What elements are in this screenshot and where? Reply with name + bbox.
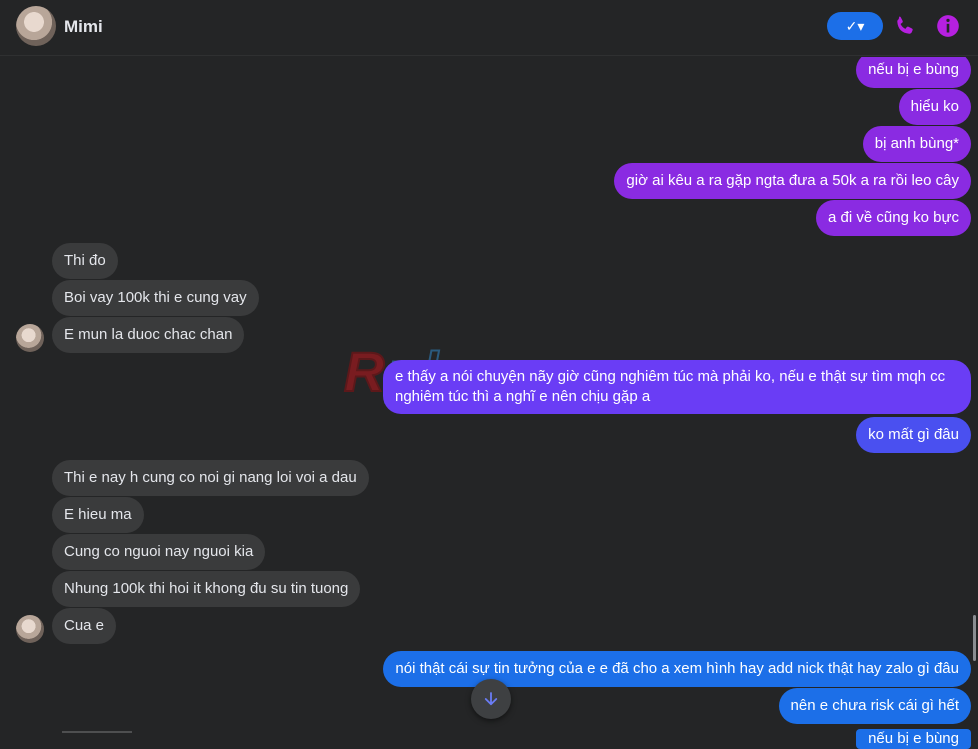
scrollbar[interactable] xyxy=(973,615,976,661)
message-bubble[interactable]: e thấy a nói chuyện nãy giờ cũng nghiêm … xyxy=(383,360,971,414)
phone-icon[interactable] xyxy=(892,13,918,39)
message-bubble[interactable]: Boi vay 100k thi e cung vay xyxy=(52,280,259,316)
message-bubble[interactable]: E hieu ma xyxy=(52,497,144,533)
message-bubble[interactable]: E mun la duoc chac chan xyxy=(52,317,245,353)
message-bubble[interactable]: nếu bị e bùng xyxy=(856,57,971,88)
message-bubble[interactable]: ko mất gì đâu xyxy=(856,417,971,453)
message-bubble[interactable]: a đi về cũng ko bực xyxy=(816,200,971,236)
scroll-to-bottom-button[interactable] xyxy=(471,679,511,719)
message-bubble[interactable]: nếu bị e bùng xyxy=(856,729,971,749)
message-bubble[interactable]: nói thật cái sự tin tưởng của e e đã cho… xyxy=(383,651,971,687)
message-bubble[interactable]: hiểu ko xyxy=(898,89,971,125)
message-bubble[interactable]: bị anh bùng* xyxy=(862,126,971,162)
chat-header: Mimi ✓▾ xyxy=(0,0,978,56)
info-icon[interactable] xyxy=(935,13,961,39)
divider xyxy=(62,731,132,733)
contact-avatar[interactable] xyxy=(16,6,56,46)
contact-name[interactable]: Mimi xyxy=(64,17,103,37)
sender-avatar[interactable] xyxy=(16,324,44,352)
sender-avatar[interactable] xyxy=(16,615,44,643)
message-bubble[interactable]: giờ ai kêu a ra gặp ngta đưa a 50k a ra … xyxy=(614,163,971,199)
message-bubble[interactable]: Thi e nay h cung co noi gi nang loi voi … xyxy=(52,460,369,496)
message-bubble[interactable]: Cung co nguoi nay nguoi kia xyxy=(52,534,266,570)
message-list[interactable]: Rphang nếu bị e bùng hiểu ko bị anh bùng… xyxy=(0,57,978,749)
message-bubble[interactable]: Cua e xyxy=(52,608,117,644)
message-bubble[interactable]: Nhung 100k thi hoi it khong đu su tin tu… xyxy=(52,571,361,607)
seen-status-button[interactable]: ✓▾ xyxy=(827,12,883,40)
message-bubble[interactable]: Thi đo xyxy=(52,243,118,279)
arrow-down-icon xyxy=(484,692,498,706)
message-bubble[interactable]: nên e chưa risk cái gì hết xyxy=(778,688,971,724)
